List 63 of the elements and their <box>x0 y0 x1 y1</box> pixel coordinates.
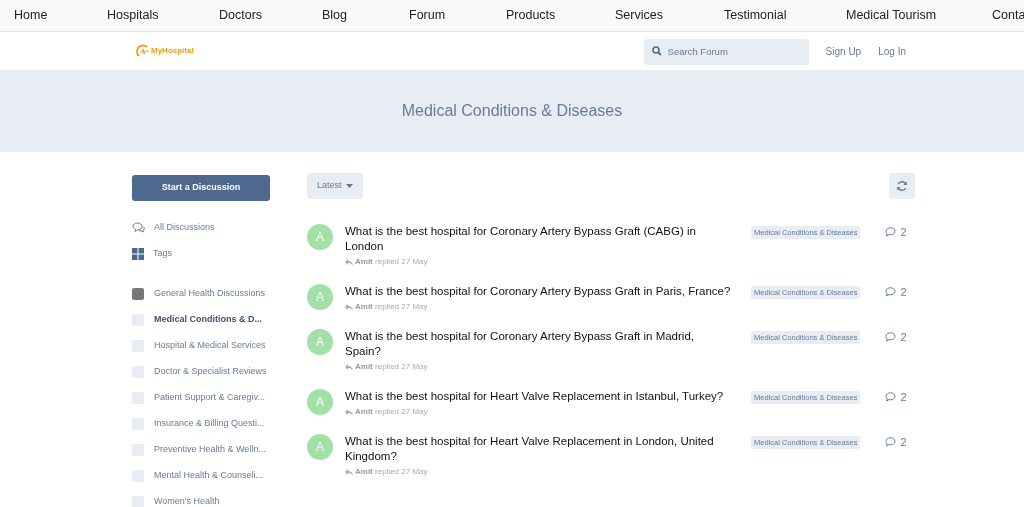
comment-icon <box>885 392 897 403</box>
grid-icon <box>132 247 144 260</box>
avatar-circle: A <box>307 389 333 415</box>
refresh-button[interactable] <box>889 173 915 199</box>
log-in-link[interactable]: Log In <box>878 43 906 59</box>
discussion-title[interactable]: What is the best hospital for Heart Valve Replacement in London, United Kingdom? <box>345 434 731 464</box>
comment-icon <box>885 437 897 448</box>
refresh-icon <box>896 180 908 192</box>
nav-link-item[interactable]: Products <box>506 6 556 25</box>
nav-link-item[interactable]: Services <box>615 6 663 25</box>
reply-info: Amit replied 27 May <box>355 361 428 373</box>
category-link[interactable]: Medical Conditions & D... <box>154 313 262 327</box>
reply-count: 2 <box>900 285 907 300</box>
comment-icon <box>885 332 897 343</box>
category-link[interactable]: Hospital & Medical Services <box>154 339 266 353</box>
sign-up-link[interactable]: Sign Up <box>825 43 862 59</box>
category-link[interactable]: Insurance & Billing Questi... <box>154 417 265 431</box>
reply-info: Amit replied 27 May <box>355 466 428 478</box>
reply-info: Amit replied 27 May <box>355 301 428 313</box>
reply-count: 2 <box>900 225 907 240</box>
reply-count: 2 <box>900 435 907 450</box>
sort-dropdown-button[interactable]: Latest <box>307 173 363 199</box>
comment-icon <box>885 287 897 298</box>
reply-count: 2 <box>900 390 907 405</box>
category-link[interactable]: Preventive Health & Welln... <box>154 443 266 457</box>
nav-link-item[interactable]: Hospitals <box>107 6 159 25</box>
reply-info: Amit replied 27 May <box>355 406 428 418</box>
category-link[interactable]: Doctor & Specialist Reviews <box>154 365 267 379</box>
caret-icon <box>345 184 353 188</box>
reply-icon <box>345 363 353 371</box>
search-icon <box>651 46 662 56</box>
nav-link-item[interactable]: Doctors <box>219 6 263 25</box>
avatar-circle: A <box>307 434 333 460</box>
avatar-circle: A <box>307 329 333 355</box>
sidebar-link[interactable]: All Discussions <box>132 214 270 241</box>
chat-bubbles-icon <box>132 222 145 234</box>
nav-link-item[interactable]: Testimonial <box>724 6 787 25</box>
start-discussion-button[interactable]: Start a Discussion <box>132 174 270 201</box>
sidebar-link[interactable]: Tags <box>132 240 270 267</box>
reply-icon <box>345 468 353 476</box>
category-link[interactable]: Patient Support & Caregiv... <box>154 391 265 405</box>
discussion-title[interactable]: What is the best hospital for Coronary Artery Bypass Graft in Paris, France? <box>345 284 731 299</box>
category-link[interactable]: General Health Discussions <box>154 287 266 301</box>
comment-icon <box>885 227 897 238</box>
category-link[interactable]: Mental Health & Counseli... <box>154 469 264 483</box>
reply-icon <box>345 303 353 311</box>
discussion-title[interactable]: What is the best hospital for Heart Valve Replacement in Istanbul, Turkey? <box>345 389 731 404</box>
logo-icon <box>136 44 150 58</box>
nav-link-item[interactable]: Medical Tourism <box>846 6 937 25</box>
category-link[interactable]: Women's Health <box>154 495 220 507</box>
reply-icon <box>345 408 353 416</box>
nav-link-item[interactable]: Blog <box>322 6 348 25</box>
discussion-title[interactable]: What is the best hospital for Coronary Artery Bypass Graft in Madrid, Spain? <box>345 329 731 359</box>
nav-link-item[interactable]: Home <box>14 6 48 25</box>
discussion-title[interactable]: What is the best hospital for Coronary Artery Bypass Graft (CABG) in London <box>345 224 731 254</box>
avatar-circle: A <box>307 224 333 250</box>
page-title: Medical Conditions & Diseases <box>401 101 623 121</box>
nav-link-item[interactable]: Forum <box>409 6 446 25</box>
reply-info: Amit replied 27 May <box>355 256 428 268</box>
reply-count: 2 <box>900 330 907 345</box>
avatar-circle: A <box>307 284 333 310</box>
search-field[interactable]: Search Forum <box>643 38 809 65</box>
reply-icon <box>345 258 353 266</box>
